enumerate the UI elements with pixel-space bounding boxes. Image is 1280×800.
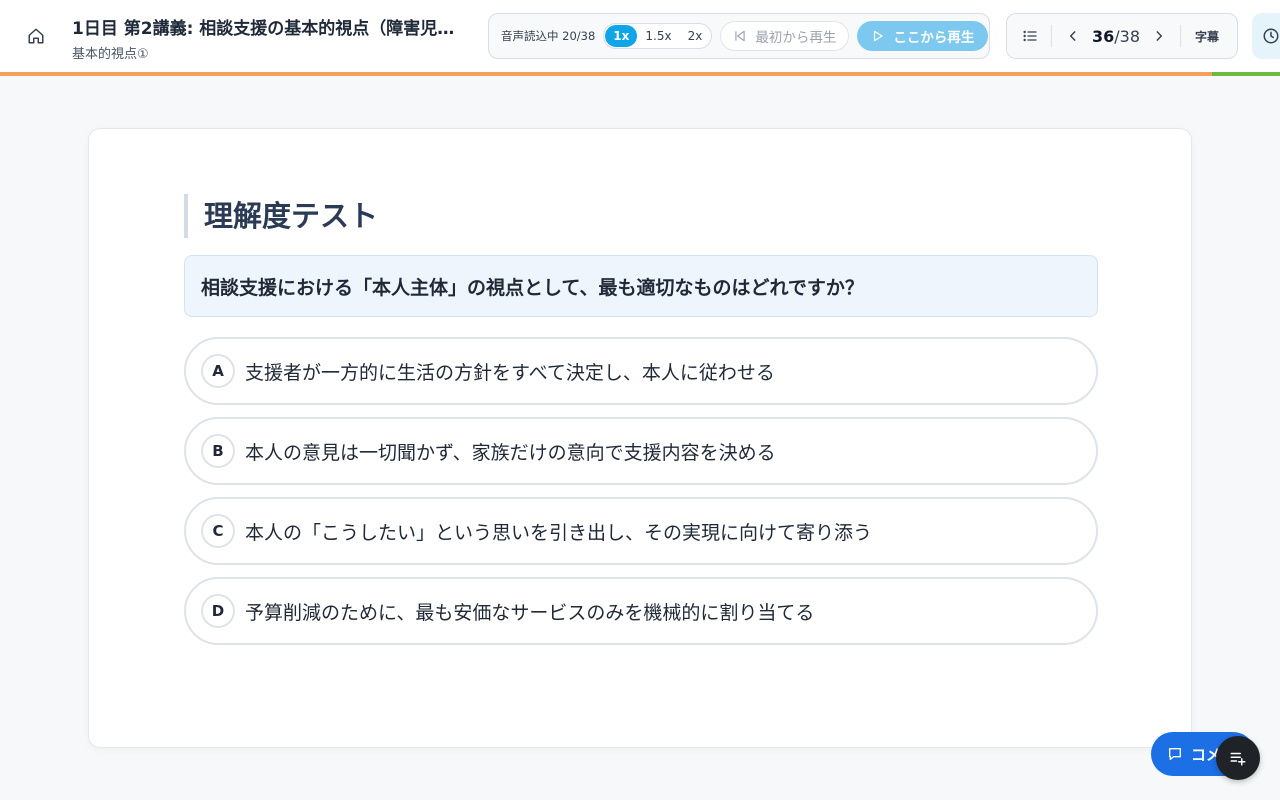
play-from-here-button[interactable]: ここから再生 (857, 21, 989, 51)
chat-bubble-icon (1169, 748, 1181, 760)
slide-card: 理解度テスト 相談支援における「本人主体」の視点として、最も適切なものはどれです… (88, 128, 1192, 748)
current-page: 36 (1092, 26, 1115, 46)
skip-back-icon (735, 30, 745, 42)
nav-divider (1180, 25, 1182, 47)
chevron-right-icon (1156, 31, 1163, 41)
playback-speed-group: 1x 1.5x 2x (603, 23, 713, 49)
next-slide-button[interactable] (1144, 21, 1174, 51)
answer-option-a[interactable]: A 支援者が一方的に生活の方針をすべて決定し、本人に従わせる (184, 337, 1098, 405)
option-letter: D (201, 594, 235, 628)
top-bar: 1日目 第2講義: 相談支援の基本的視点（障害児者の相談支援） 基本的視点① 音… (0, 0, 1280, 72)
speed-1x-button[interactable]: 1x (605, 25, 638, 47)
play-from-start-button[interactable]: 最初から再生 (720, 21, 850, 51)
option-letter: B (201, 434, 235, 468)
answer-option-d[interactable]: D 予算削減のために、最も安価なサービスのみを機械的に割り当てる (184, 577, 1098, 645)
chevron-left-icon (1069, 31, 1076, 41)
lecture-title: 1日目 第2講義: 相談支援の基本的視点（障害児者の相談支援） (72, 19, 464, 39)
option-letter: A (201, 354, 235, 388)
progress-bar (0, 72, 1280, 76)
slide-navigation: 36/38 字幕 (1006, 13, 1238, 59)
play-from-here-label: ここから再生 (893, 30, 975, 46)
play-from-start-label: 最初から再生 (755, 30, 837, 46)
subtitles-button[interactable]: 字幕 (1187, 28, 1227, 45)
timer-button[interactable] (1252, 13, 1280, 59)
audio-status: 音声読込中 20/38 (501, 29, 596, 43)
lecture-subtitle: 基本的視点① (72, 47, 149, 62)
play-icon (874, 30, 883, 42)
speed-2x-button[interactable]: 2x (680, 25, 711, 47)
section-title: 理解度テスト (184, 194, 378, 238)
previous-slide-button[interactable] (1058, 21, 1088, 51)
total-pages: /38 (1114, 26, 1141, 46)
option-text: 予算削減のために、最も安価なサービスのみを機械的に割り当てる (245, 601, 815, 624)
speed-1-5x-button[interactable]: 1.5x (637, 25, 679, 47)
list-icon (1023, 30, 1037, 42)
playlist-menu-button[interactable] (1216, 736, 1260, 780)
progress-end-marker (1212, 72, 1280, 76)
page-counter: 36/38 (1088, 27, 1144, 46)
option-text: 本人の「こうしたい」という思いを引き出し、その実現に向けて寄り添う (245, 521, 873, 544)
option-text: 本人の意見は一切聞かず、家族だけの意向で支援内容を決める (245, 441, 776, 464)
progress-fill (0, 72, 1212, 76)
option-letter: C (201, 514, 235, 548)
option-text: 支援者が一方的に生活の方針をすべて決定し、本人に従わせる (245, 361, 775, 384)
answer-option-c[interactable]: C 本人の「こうしたい」という思いを引き出し、その実現に向けて寄り添う (184, 497, 1098, 565)
home-button[interactable] (22, 22, 50, 50)
answer-option-b[interactable]: B 本人の意見は一切聞かず、家族だけの意向で支援内容を決める (184, 417, 1098, 485)
question-text: 相談支援における「本人主体」の視点として、最も適切なものはどれですか？ (184, 255, 1098, 317)
clock-icon (1263, 28, 1279, 44)
lecture-title-block: 1日目 第2講義: 相談支援の基本的視点（障害児者の相談支援） 基本的視点① (72, 14, 472, 62)
slide-list-button[interactable] (1015, 21, 1045, 51)
home-icon (28, 28, 44, 44)
playlist-add-icon (1230, 752, 1246, 766)
audio-controls: 音声読込中 20/38 1x 1.5x 2x 最初から再生 ここから再生 (488, 13, 990, 59)
nav-divider (1051, 25, 1052, 47)
